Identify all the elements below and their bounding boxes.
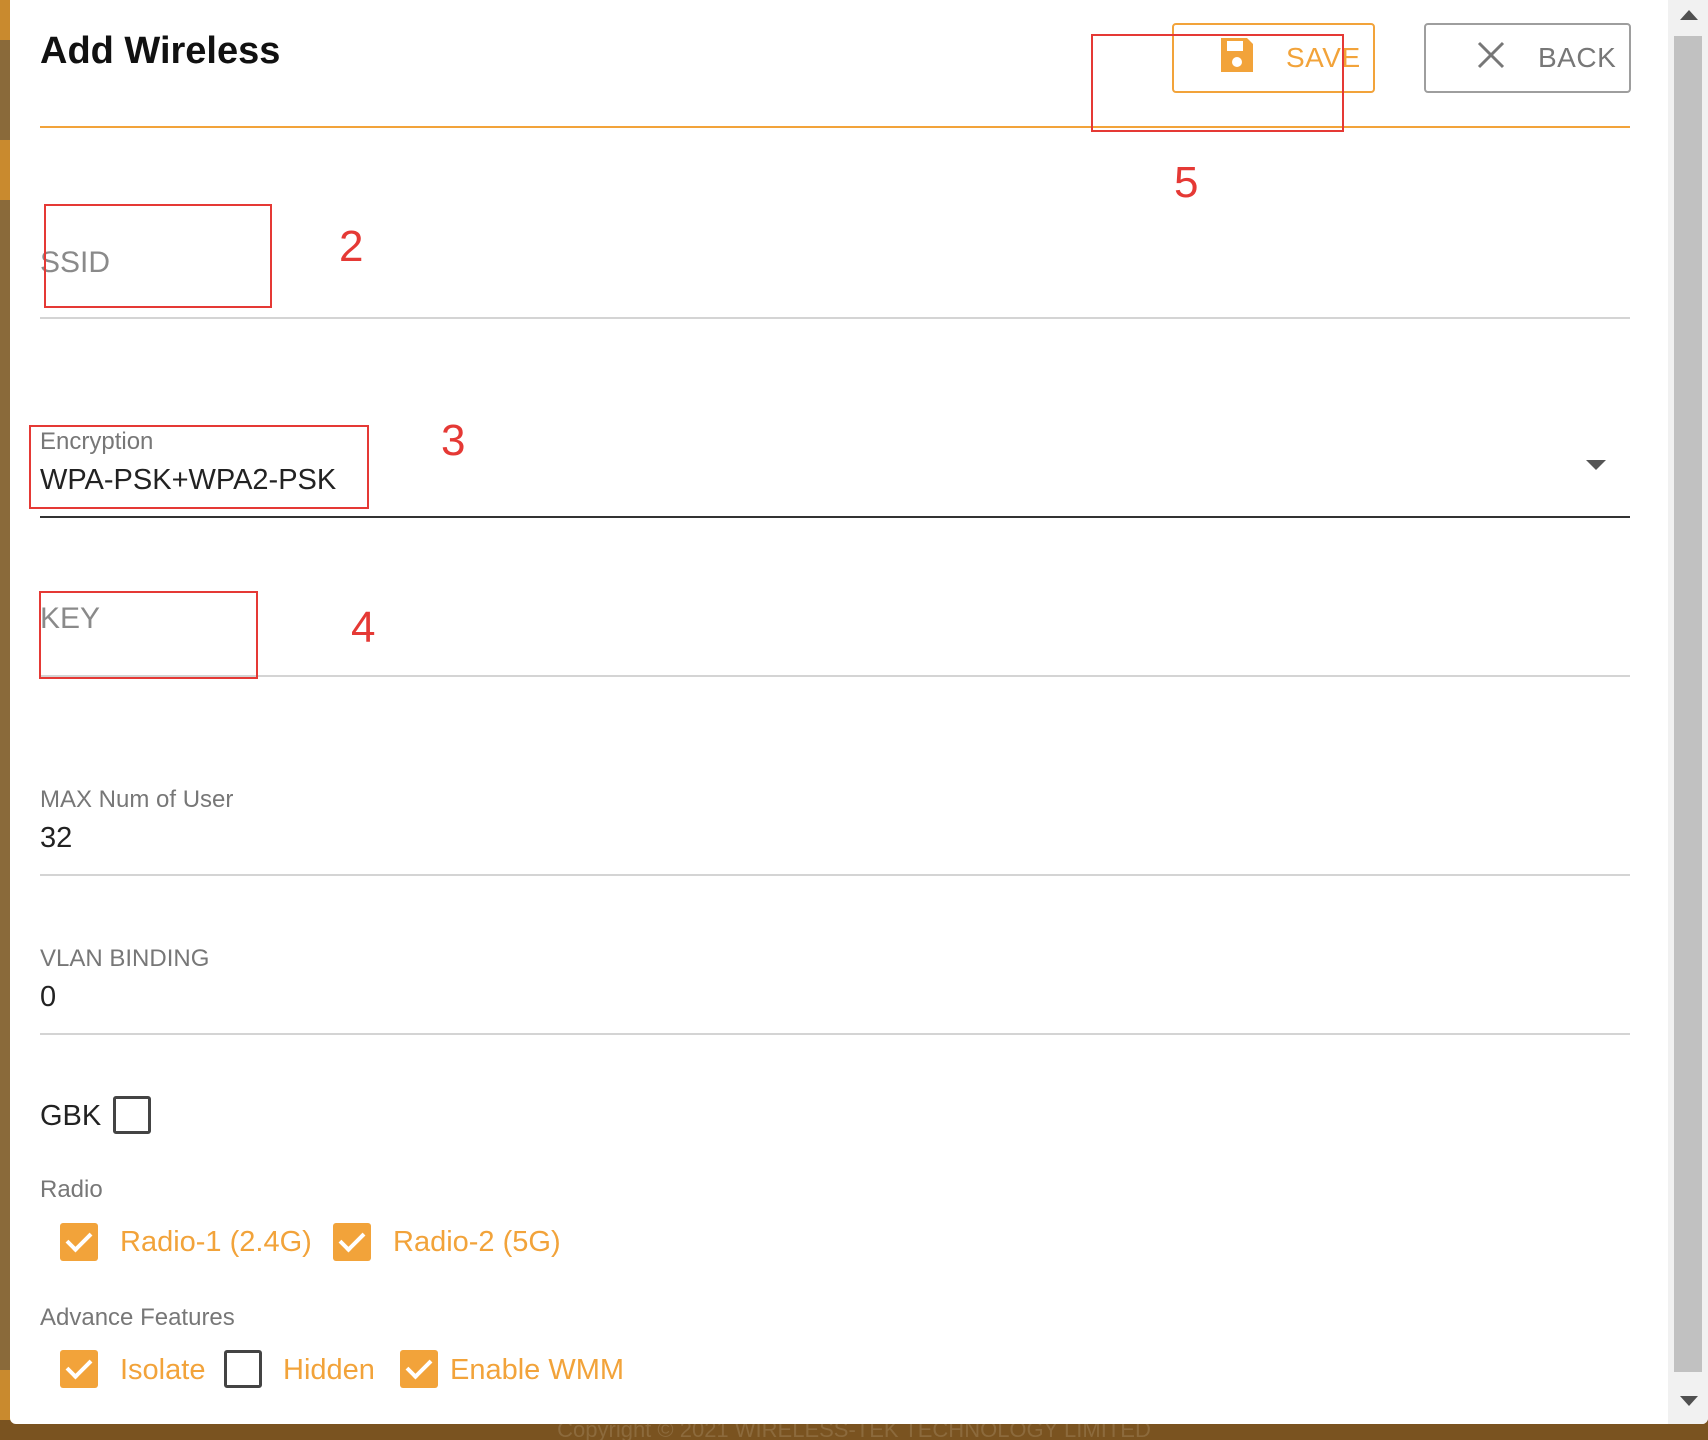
gbk-label: GBK — [40, 1100, 102, 1132]
vlan-binding-underline — [40, 1033, 1630, 1035]
vlan-binding-field[interactable]: VLAN BINDING 0 — [40, 940, 1630, 1040]
dialog-title: Add Wireless — [40, 30, 281, 72]
annotation-number-5: 5 — [1174, 158, 1199, 207]
ssid-field[interactable]: SSID — [40, 200, 1630, 320]
key-underline — [40, 675, 1630, 677]
radio-2-checkbox[interactable] — [333, 1223, 371, 1261]
ssid-underline — [40, 317, 1630, 319]
vlan-binding-input[interactable]: 0 — [40, 981, 56, 1014]
scrollbar-thumb[interactable] — [1674, 36, 1702, 1372]
annotation-box-encryption — [29, 425, 369, 509]
gbk-checkbox[interactable] — [113, 1096, 151, 1134]
key-field[interactable]: KEY — [40, 580, 1630, 680]
add-wireless-dialog: Add Wireless SAVE BACK SSID Encryption W… — [10, 0, 1708, 1424]
back-button-label: BACK — [1538, 42, 1617, 73]
max-users-label: MAX Num of User — [40, 786, 234, 813]
annotation-number-3: 3 — [441, 416, 466, 465]
annotation-box-key — [39, 591, 258, 679]
annotation-number-4: 4 — [351, 603, 376, 652]
isolate-checkbox[interactable] — [60, 1350, 98, 1388]
isolate-label[interactable]: Isolate — [120, 1354, 205, 1387]
vlan-binding-label: VLAN BINDING — [40, 945, 210, 972]
annotation-number-2: 2 — [339, 222, 364, 271]
annotation-box-save — [1091, 34, 1344, 132]
max-users-field[interactable]: MAX Num of User 32 — [40, 780, 1630, 880]
dialog-scrollbar[interactable] — [1668, 0, 1708, 1424]
encryption-underline — [40, 516, 1630, 518]
scroll-down-arrow-icon[interactable] — [1680, 1396, 1698, 1406]
back-button[interactable]: BACK — [1424, 23, 1631, 93]
enable-wmm-label[interactable]: Enable WMM — [450, 1354, 624, 1387]
hidden-label[interactable]: Hidden — [283, 1354, 375, 1387]
close-x-icon — [1476, 40, 1506, 77]
radio-section-label: Radio — [40, 1176, 103, 1203]
radio-1-label[interactable]: Radio-1 (2.4G) — [120, 1226, 312, 1259]
max-users-input[interactable]: 32 — [40, 822, 72, 855]
title-divider — [40, 126, 1630, 128]
hidden-checkbox[interactable] — [224, 1350, 262, 1388]
radio-1-checkbox[interactable] — [60, 1223, 98, 1261]
radio-2-label[interactable]: Radio-2 (5G) — [393, 1226, 561, 1259]
annotation-box-ssid — [44, 204, 272, 308]
caret-down-icon[interactable] — [1586, 460, 1606, 470]
enable-wmm-checkbox[interactable] — [400, 1350, 438, 1388]
advance-features-label: Advance Features — [40, 1304, 235, 1331]
scroll-up-arrow-icon[interactable] — [1680, 10, 1698, 20]
max-users-underline — [40, 874, 1630, 876]
